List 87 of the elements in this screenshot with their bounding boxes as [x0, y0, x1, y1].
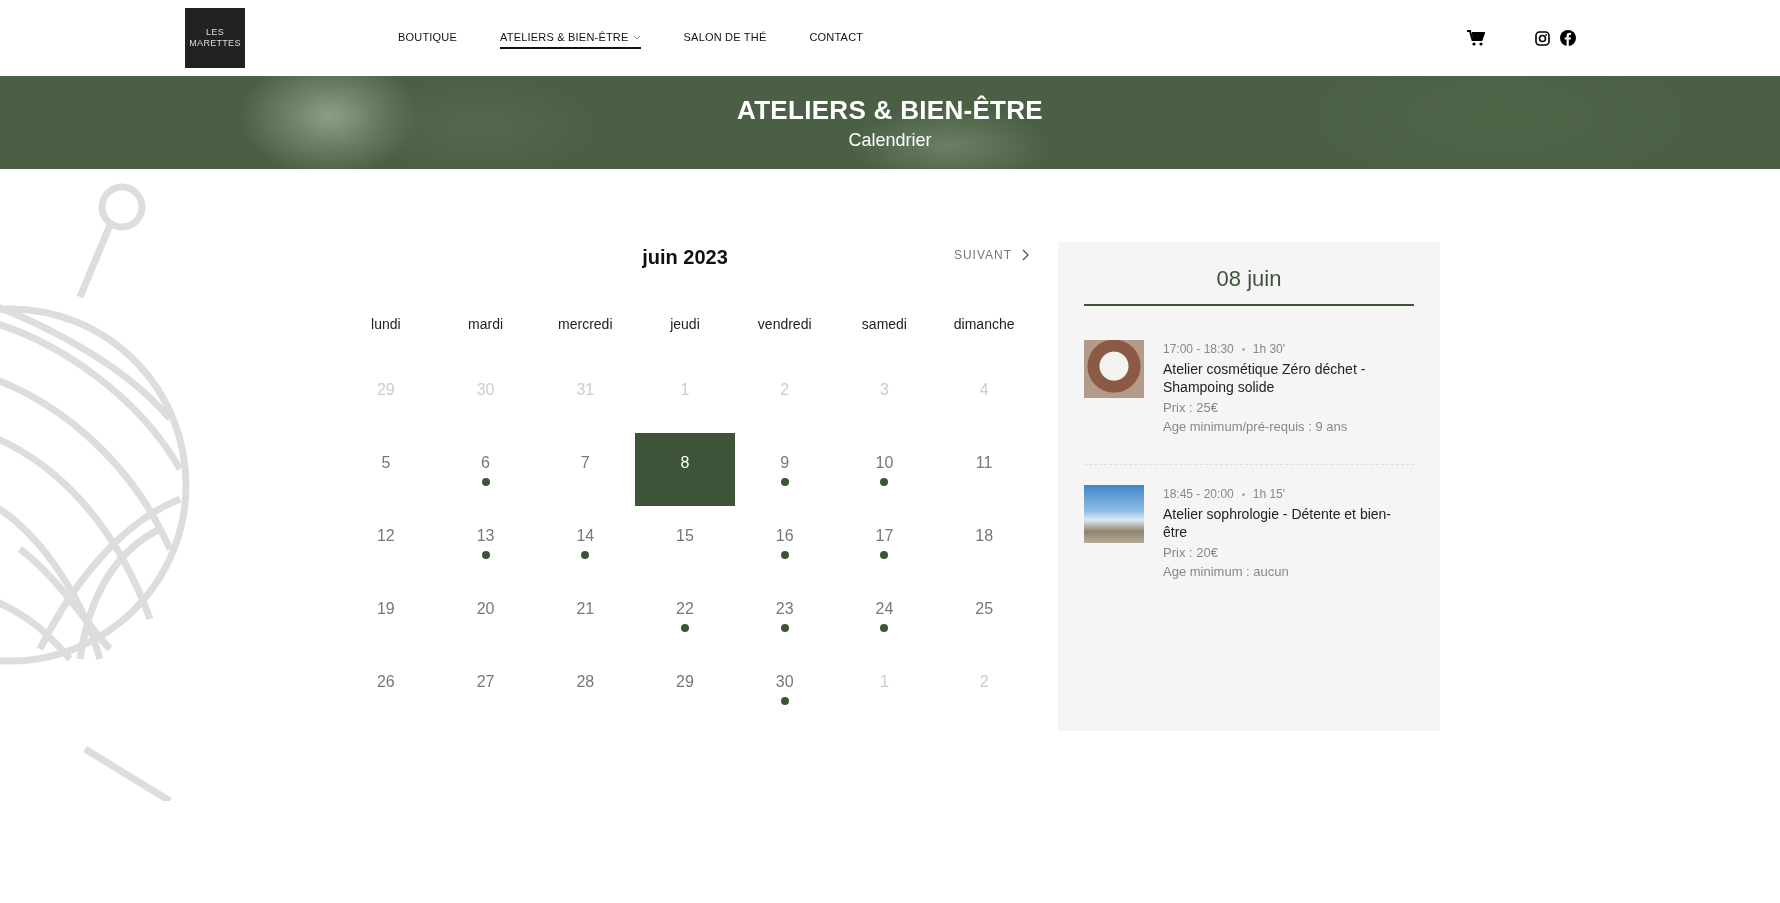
- day-number: 24: [875, 600, 894, 618]
- weekday-label: samedi: [861, 316, 907, 332]
- day-cell[interactable]: 28: [535, 652, 636, 725]
- event-age: Age minimum/pré-requis : 9 ans: [1163, 419, 1349, 434]
- event-duration: 1h 30': [1252, 342, 1286, 356]
- page-title: ATELIERS & BIEN-ÊTRE: [737, 94, 1043, 126]
- day-cell[interactable]: 27: [435, 652, 536, 725]
- day-number: 29: [676, 673, 694, 691]
- separator-dot: [1241, 347, 1245, 351]
- day-cell[interactable]: 22: [635, 579, 735, 652]
- day-number: 17: [875, 527, 894, 545]
- day-number: 23: [775, 600, 794, 618]
- day-number: 10: [875, 454, 894, 472]
- nav-link[interactable]: ATELIERS & BIEN-ÊTRE: [500, 27, 641, 49]
- day-number: 5: [381, 454, 391, 472]
- day-cell[interactable]: 20: [435, 579, 536, 652]
- photo-placeholder: [1084, 340, 1144, 398]
- day-cell[interactable]: 9: [734, 433, 835, 506]
- day-number: 21: [576, 600, 595, 618]
- day-number: 13: [476, 527, 495, 545]
- cart-icon[interactable]: [1467, 30, 1485, 46]
- day-cell[interactable]: 25: [934, 579, 1034, 652]
- day-number: 11: [975, 454, 993, 472]
- day-number: 25: [975, 600, 994, 618]
- day-number: 7: [580, 454, 590, 472]
- nav-link[interactable]: CONTACT: [809, 27, 864, 49]
- event-price: Prix : 25€: [1163, 400, 1219, 415]
- chevron-right-icon: [1022, 249, 1029, 261]
- day-cell[interactable]: 26: [336, 652, 436, 725]
- day-cell[interactable]: 6: [435, 433, 536, 506]
- separator-dot: [1241, 492, 1245, 496]
- day-cell[interactable]: 21: [535, 579, 636, 652]
- day-number: 14: [576, 527, 595, 545]
- page-subtitle: Calendrier: [848, 129, 932, 151]
- day-cell[interactable]: 14: [535, 506, 636, 579]
- day-number: 26: [376, 673, 395, 691]
- weekday-label: jeudi: [670, 316, 700, 332]
- day-number: 30: [775, 673, 794, 691]
- event-age: Age minimum : aucun: [1163, 564, 1290, 579]
- event-time: 18:45 - 20:00: [1163, 487, 1234, 501]
- weekday-label: mardi: [468, 316, 504, 332]
- day-cell[interactable]: 12: [336, 506, 436, 579]
- day-number: 22: [676, 600, 694, 618]
- day-cell[interactable]: 10: [834, 433, 935, 506]
- day-cell[interactable]: 16: [734, 506, 835, 579]
- day-cell[interactable]: 24: [834, 579, 935, 652]
- selected-day-cell[interactable]: 8: [635, 433, 735, 506]
- day-number: 19: [376, 600, 395, 618]
- day-number: 8: [680, 454, 690, 472]
- nav-link[interactable]: BOUTIQUE: [398, 27, 458, 49]
- month-title: juin 2023: [642, 245, 728, 269]
- day-number: 27: [476, 673, 495, 691]
- weekday-label: dimanche: [953, 316, 1015, 332]
- day-number: 16: [775, 527, 794, 545]
- day-cell[interactable]: 30: [734, 652, 835, 725]
- event-title[interactable]: Atelier cosmétique Zéro déchet - Shampoing solide: [1163, 360, 1414, 396]
- day-number: 12: [376, 527, 395, 545]
- day-cell[interactable]: 23: [734, 579, 835, 652]
- instagram-icon[interactable]: [1535, 30, 1550, 46]
- day-cell[interactable]: 18: [934, 506, 1034, 579]
- day-cell[interactable]: 29: [635, 652, 735, 725]
- weekday-label: lundi: [371, 316, 401, 332]
- day-number: 6: [481, 454, 490, 472]
- event-title[interactable]: Atelier sophrologie - Détente et bien-être: [1163, 505, 1414, 541]
- day-cell[interactable]: 17: [834, 506, 935, 579]
- day-cell[interactable]: 7: [535, 433, 636, 506]
- day-cell[interactable]: 11: [934, 433, 1034, 506]
- event-time: 17:00 - 18:30: [1163, 342, 1234, 356]
- weekday-label: mercredi: [558, 316, 613, 332]
- selected-day-title: 08 juin: [1084, 242, 1414, 306]
- weekday-label: vendredi: [757, 316, 812, 332]
- facebook-icon[interactable]: [1560, 30, 1576, 46]
- day-cell[interactable]: 5: [336, 433, 436, 506]
- nav-link[interactable]: SALON DE THÉ: [683, 27, 767, 49]
- day-number: 20: [476, 600, 495, 618]
- day-number: 28: [576, 673, 595, 691]
- day-cell[interactable]: 15: [635, 506, 735, 579]
- event-duration: 1h 15': [1252, 487, 1286, 501]
- day-number: 15: [676, 527, 694, 545]
- day-cell[interactable]: 19: [336, 579, 436, 652]
- photo-placeholder: [1084, 485, 1144, 543]
- day-cell[interactable]: 13: [435, 506, 536, 579]
- logo[interactable]: LES MARETTES: [185, 8, 245, 68]
- next-month-link[interactable]: SUIVANT: [953, 248, 1029, 262]
- day-number: 18: [975, 527, 994, 545]
- day-number: 9: [780, 454, 790, 472]
- event-price: Prix : 20€: [1163, 545, 1219, 560]
